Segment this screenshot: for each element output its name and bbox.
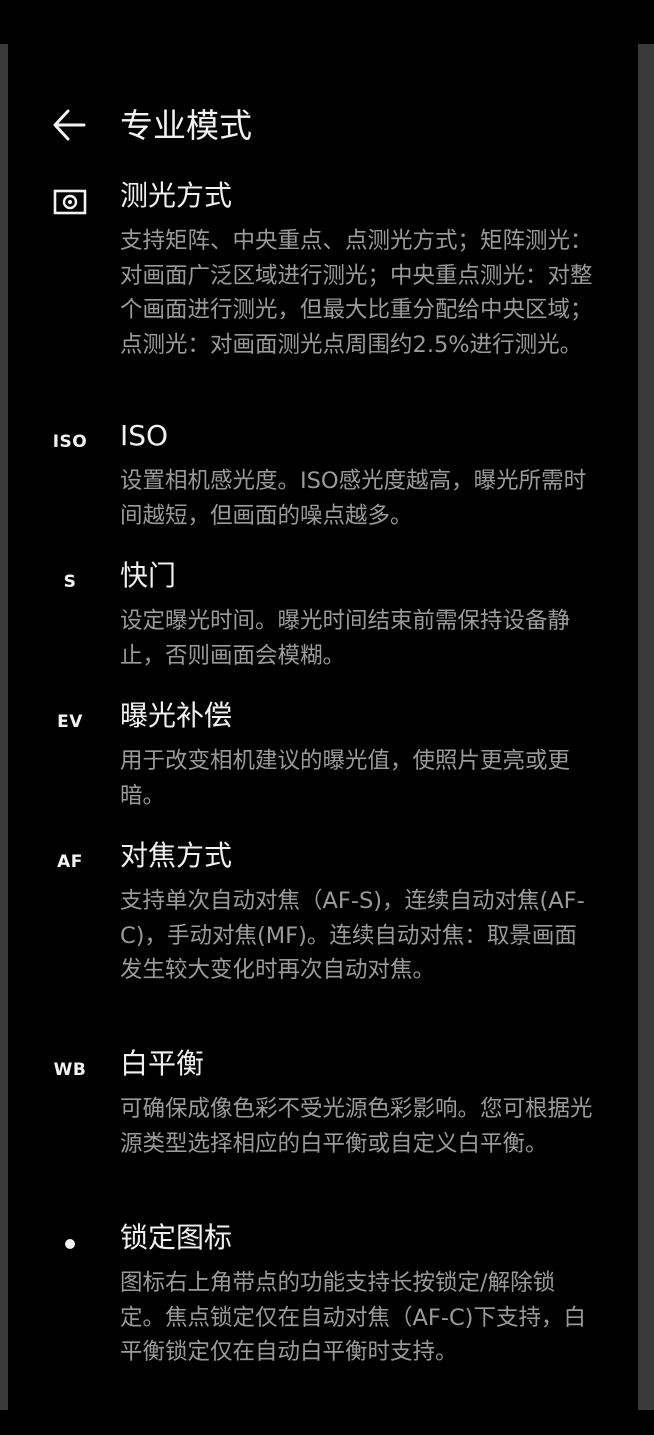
item-description: 设定曝光时间。曝光时间结束前需保持设备静止，否则画面会模糊。 xyxy=(120,608,571,669)
screen: 专业模式 测光方式 支持矩阵、中央重点、点测光方式；矩阵测光：对画面广泛区域进行… xyxy=(8,44,638,1410)
item-description: 支持矩阵、中央重点、点测光方式；矩阵测光：对画面广泛区域进行测光；中央重点测光：… xyxy=(120,228,593,358)
item-description: 可确保成像色彩不受光源色彩影响。您可根据光源类型选择相应的白平衡或自定义白平衡。 xyxy=(120,1096,593,1157)
item-title: 测光方式 xyxy=(120,179,233,212)
item-description: 支持单次自动对焦（AF-S)，连续自动对焦(AF-C)，手动对焦(MF)。连续自… xyxy=(120,888,585,983)
exposure-compensation-icon: EV xyxy=(57,712,83,732)
lock-dot-icon xyxy=(48,1222,92,1266)
header: 专业模式 xyxy=(8,94,638,158)
page-title: 专业模式 xyxy=(120,106,252,145)
iso-icon: ISO xyxy=(52,432,88,452)
item-description: 设置相机感光度。ISO感光度越高，曝光所需时间越短，但画面的噪点越多。 xyxy=(120,468,587,529)
bottom-letterbox xyxy=(0,1410,654,1435)
back-button[interactable] xyxy=(46,100,96,150)
back-arrow-icon xyxy=(53,109,86,141)
metering-icon xyxy=(48,180,92,224)
item-title: ISO xyxy=(120,419,169,452)
shutter-icon: S xyxy=(63,572,77,592)
item-title: 锁定图标 xyxy=(120,1221,233,1254)
item-description: 用于改变相机建议的曝光值，使照片更亮或更暗。 xyxy=(120,748,571,809)
item-title: 对焦方式 xyxy=(120,839,233,872)
top-letterbox xyxy=(0,0,654,44)
white-balance-icon: WB xyxy=(53,1060,87,1080)
focus-mode-icon: AF xyxy=(57,852,83,872)
item-title: 快门 xyxy=(120,559,177,592)
item-description: 图标右上角带点的功能支持长按锁定/解除锁定。焦点锁定仅在自动对焦（AF-C)下支… xyxy=(120,1270,586,1365)
item-title: 白平衡 xyxy=(120,1047,205,1080)
item-title: 曝光补偿 xyxy=(120,699,233,732)
